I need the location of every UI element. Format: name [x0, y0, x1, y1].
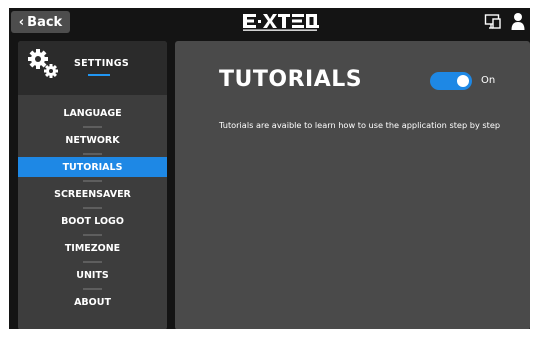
back-button[interactable]: ‹ Back: [11, 11, 70, 33]
exteq-logo: [241, 11, 319, 31]
sidebar-item-about[interactable]: ABOUT: [18, 292, 167, 312]
back-button-label: Back: [27, 14, 63, 30]
tutorials-toggle[interactable]: [430, 72, 472, 90]
sidebar-item-timezone[interactable]: TIMEZONE: [18, 238, 167, 263]
tutorials-panel: TUTORIALS On Tutorials are avaible to le…: [175, 41, 530, 329]
settings-sidebar: SETTINGS LANGUAGE NETWORK TUTORIALS SCRE…: [18, 41, 167, 329]
app-screen: ‹ Back SETTINGS LANGUAGE NETWORK TUTORIA…: [9, 8, 530, 329]
settings-title: SETTINGS: [74, 58, 130, 69]
sidebar-item-network[interactable]: NETWORK: [18, 130, 167, 155]
settings-underline: [88, 74, 110, 76]
sidebar-item-units[interactable]: UNITS: [18, 265, 167, 290]
top-bar: ‹ Back: [9, 8, 530, 36]
sidebar-item-language[interactable]: LANGUAGE: [18, 103, 167, 128]
settings-menu: LANGUAGE NETWORK TUTORIALS SCREENSAVER B…: [18, 103, 167, 319]
chevron-left-icon: ‹: [18, 14, 25, 30]
sidebar-item-screensaver[interactable]: SCREENSAVER: [18, 184, 167, 209]
sidebar-header: SETTINGS: [18, 41, 167, 95]
sidebar-item-tutorials[interactable]: TUTORIALS: [18, 157, 167, 182]
tutorials-description: Tutorials are avaible to learn how to us…: [219, 120, 501, 130]
gears-icon: [26, 47, 62, 83]
page-title: TUTORIALS: [219, 67, 363, 92]
toggle-knob: [457, 75, 469, 87]
sidebar-item-boot-logo[interactable]: BOOT LOGO: [18, 211, 167, 236]
device-icon[interactable]: [484, 13, 502, 31]
user-icon[interactable]: [511, 12, 525, 31]
toggle-state-label: On: [481, 75, 496, 86]
